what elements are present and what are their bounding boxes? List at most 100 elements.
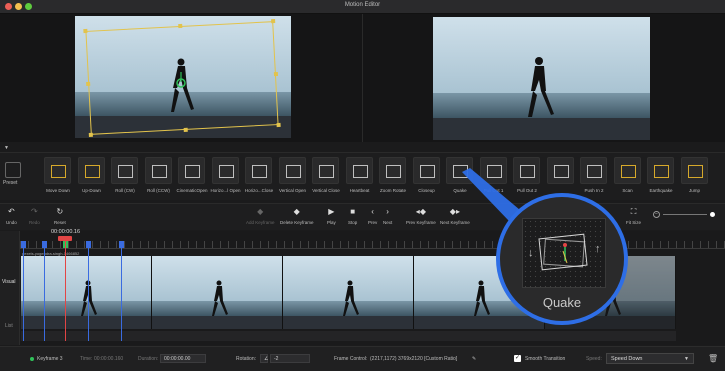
horizontal-close-icon[interactable]: [245, 157, 272, 184]
preset-tile-label: Roll (CCW): [147, 188, 170, 193]
up-down-icon[interactable]: [77, 157, 105, 184]
jump-icon[interactable]: [680, 157, 708, 184]
prev-keyframe-button[interactable]: ◂◆ Prev Keyframe: [406, 207, 436, 225]
preset-tile-label: Earthquake: [649, 188, 673, 193]
visual-track-tab[interactable]: Visual: [2, 279, 16, 285]
vertical-close-icon[interactable]: [312, 157, 339, 184]
duration-label: Duration:: [138, 356, 159, 362]
smooth-transition-checkbox[interactable]: ✓: [514, 355, 521, 362]
keyframe-marker[interactable]: [42, 241, 47, 248]
add-keyframe-icon: ◆: [257, 207, 264, 216]
undo-button[interactable]: ↶ Undo: [6, 207, 17, 225]
preset-icon[interactable]: [546, 157, 574, 184]
zoom-track[interactable]: [663, 214, 707, 215]
collapse-preview-icon[interactable]: ▼: [4, 145, 9, 151]
speed-select-value: Speed Down: [611, 356, 643, 362]
reset-button[interactable]: ↻ Reset: [54, 207, 66, 225]
stop-button[interactable]: ■ Stop: [348, 207, 357, 225]
roll-ccw-icon[interactable]: [144, 157, 172, 184]
crop-handle-left[interactable]: [86, 81, 91, 87]
window-title: Motion Editor: [344, 2, 381, 8]
playhead-handle[interactable]: [58, 236, 72, 241]
undo-icon: ↶: [8, 207, 15, 216]
quake-icon[interactable]: [446, 157, 473, 184]
preset-tile-label: Horizo...Close: [244, 188, 274, 193]
chevron-down-icon: ▼: [684, 356, 689, 362]
zoom-rotate-icon[interactable]: [379, 157, 406, 184]
play-icon: ▶: [328, 207, 335, 216]
next-keyframe-button[interactable]: ◆▸ Next Keyframe: [440, 207, 470, 225]
secondary-track: [21, 331, 676, 341]
title-bar: Motion Editor: [0, 0, 725, 14]
preset-tile-label: Closeup: [418, 188, 435, 193]
preset-tile-label: Up-Down: [82, 188, 101, 193]
arrow-down-icon[interactable]: [44, 157, 71, 184]
preset-panel-icon[interactable]: [5, 162, 21, 178]
up-arrow-icon: ↑: [595, 243, 601, 255]
crop-handle-bottom-right[interactable]: [276, 122, 281, 128]
trash-icon[interactable]: 🗑: [708, 354, 718, 363]
keyframe-indicator-icon: [30, 357, 34, 361]
left-arrow-icon: ↓: [528, 247, 534, 259]
redo-button[interactable]: ↷ Redo: [29, 207, 40, 225]
duration-field[interactable]: 00:00:00.00: [160, 354, 206, 363]
add-keyframe-button[interactable]: ◆ Add Keyframe: [246, 207, 275, 225]
preset-tile-label: Vertical Open: [278, 188, 307, 193]
walking-man-figure: [528, 57, 554, 117]
fit-size-button[interactable]: ⛶ Fit Size: [626, 207, 641, 225]
speed-select[interactable]: Speed Down ▼: [606, 353, 694, 364]
motion-editor-window: Motion Editor ▼ Preset Move Down Up-Down…: [0, 0, 725, 371]
preset-tile-label: Roll (CW): [115, 188, 135, 193]
scan-icon[interactable]: [613, 157, 641, 184]
crop-handle-top-right[interactable]: [271, 19, 276, 24]
filmstrip-frame: [21, 256, 152, 329]
keyframe-line: [88, 241, 89, 341]
zoom-knob[interactable]: [710, 212, 715, 217]
prev-button[interactable]: ‹ Prev: [368, 207, 377, 225]
list-track-tab[interactable]: List: [5, 323, 13, 329]
crop-handle-bottom-left[interactable]: [88, 132, 93, 137]
keyframe-line: [23, 241, 24, 341]
preset-tile-label: Heartbeat: [349, 188, 370, 193]
frame-control-edit-icon[interactable]: ✎: [472, 356, 476, 362]
prev-keyframe-icon: ◂◆: [415, 207, 426, 216]
heartbeat-icon[interactable]: [345, 157, 373, 184]
crop-handle-right[interactable]: [273, 71, 279, 77]
earthquake-icon[interactable]: [647, 157, 674, 184]
zoom-slider[interactable]: −: [653, 210, 715, 220]
pull-out-2-icon[interactable]: [513, 157, 540, 184]
keyframe-name: Keyframe 3: [37, 356, 63, 362]
roll-cw-icon[interactable]: [111, 157, 138, 184]
crop-frame[interactable]: [83, 19, 281, 137]
push-in-2-icon[interactable]: [580, 157, 607, 184]
crop-handle-top-left[interactable]: [83, 28, 88, 34]
crop-handle-top[interactable]: [178, 23, 183, 29]
reset-icon: ↻: [56, 207, 64, 216]
vertical-open-icon[interactable]: [278, 157, 306, 184]
preset-tile-label: Scan: [622, 188, 633, 193]
keyframe-marker[interactable]: [119, 241, 124, 248]
keyframe-marker[interactable]: [21, 241, 26, 248]
source-preview[interactable]: [75, 16, 291, 138]
playhead-line[interactable]: [65, 237, 66, 341]
zoom-out-icon[interactable]: −: [653, 211, 660, 218]
smooth-transition-label: Smooth Transition: [525, 356, 566, 362]
filmstrip-frame: [152, 256, 283, 329]
keyframe-marker[interactable]: [86, 241, 91, 248]
frame-control-value: (2217,1172) 3769x2120 [Custom Ratio]: [370, 356, 458, 362]
rotation-field[interactable]: -2: [270, 354, 310, 363]
next-button[interactable]: › Next: [383, 207, 392, 225]
pull-out-1-icon[interactable]: [479, 157, 507, 184]
delete-keyframe-button[interactable]: ◆ Delete Keyframe: [280, 207, 314, 225]
crop-handle-bottom[interactable]: [183, 127, 188, 132]
closeup-icon[interactable]: [412, 157, 440, 184]
cinematic-open-icon[interactable]: [178, 157, 205, 184]
magnifier-label: Quake: [542, 295, 582, 310]
delete-keyframe-icon: ◆: [293, 207, 300, 216]
preset-tile-label: Push In 2: [584, 188, 604, 193]
play-button[interactable]: ▶ Play: [327, 207, 336, 225]
preset-strip: Preset Move Down Up-Down Roll (CW) Roll (CC…: [0, 152, 725, 200]
track-sidebar: Visual List: [0, 231, 20, 345]
speed-label: Speed:: [586, 356, 602, 362]
horizontal-open-icon[interactable]: [211, 157, 239, 184]
